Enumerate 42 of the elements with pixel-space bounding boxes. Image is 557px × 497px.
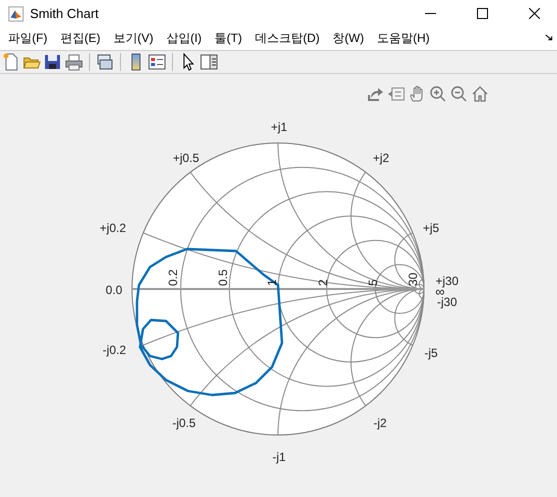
maximize-icon[interactable] [476,8,488,19]
reactance-label: -j30 [437,295,457,309]
reactance-label: +j2 [372,151,390,165]
reactance-label: +j1 [270,120,288,134]
reactance-label: -j0.2 [102,343,126,357]
close-icon[interactable] [528,8,540,19]
resistance-label: 0.2 [166,269,180,286]
menu-item[interactable]: 창(W) [328,28,373,49]
zoom-out-icon[interactable] [450,85,468,103]
menu-item[interactable]: 삽입(I) [162,28,211,49]
resistance-label: 30 [406,272,420,286]
app-icon[interactable] [8,6,24,22]
reactance-label: +j30 [435,274,459,288]
export-icon[interactable] [366,85,384,103]
linked-figure-icon[interactable] [96,52,114,71]
menu-item[interactable]: 툴(T) [210,28,251,49]
reactance-label: +j0.5 [172,151,200,165]
reactance-label: -j2 [373,416,387,430]
menu-item[interactable]: 데스크탑(D) [250,28,329,49]
new-file-icon[interactable] [2,52,20,71]
reactance-label: -j5 [424,346,438,360]
menu-item[interactable]: 파일(F) [4,28,56,49]
resistance-label: 2 [316,279,330,286]
save-icon[interactable] [44,52,62,71]
zero-label: 0.0 [106,283,122,297]
resistance-label: 0.5 [216,269,230,286]
legend-icon[interactable] [148,52,166,71]
home-icon[interactable] [471,85,489,103]
window-title: Smith Chart [30,6,100,21]
reactance-label: -j0.5 [172,416,196,430]
reactance-label: +j0.2 [100,221,126,235]
reactance-label: +j5 [422,221,440,235]
menu-item[interactable]: 편집(E) [56,28,110,49]
print-icon[interactable] [65,52,83,71]
zoom-in-icon[interactable] [429,85,447,103]
reactance-label: -j1 [272,450,286,464]
property-panel-icon[interactable] [200,52,218,71]
resistance-label: 5 [366,279,380,286]
brush-icon[interactable] [387,85,405,103]
menu-item[interactable]: 도움말(H) [372,28,439,49]
menu-item[interactable]: 보기(V) [109,28,162,49]
resistance-label: 1 [265,279,279,286]
